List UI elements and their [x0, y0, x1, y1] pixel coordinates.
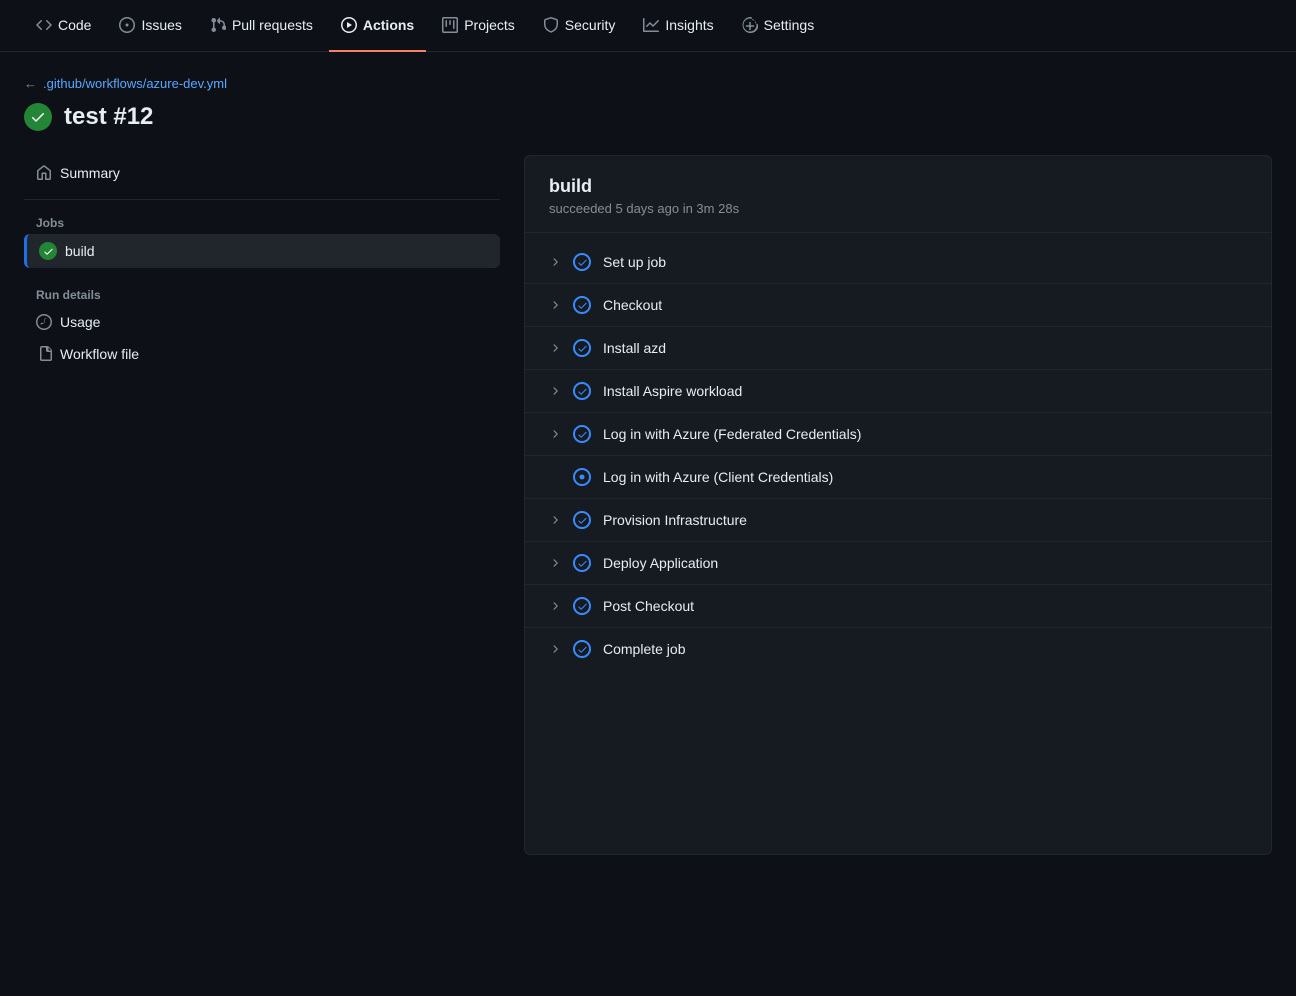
step-status-icon-post-checkout: [573, 597, 591, 615]
sidebar-workflow-file-label: Workflow file: [60, 346, 139, 362]
sidebar-summary-label: Summary: [60, 165, 120, 181]
nav-item-pull-requests[interactable]: Pull requests: [198, 0, 325, 52]
nav-settings-label: Settings: [764, 17, 815, 33]
sidebar-run-details-section: Run details: [24, 272, 500, 306]
job-success-badge: [39, 242, 57, 260]
job-panel-subtitle: succeeded 5 days ago in 3m 28s: [549, 201, 1247, 216]
security-icon: [543, 17, 559, 33]
step-chevron-log-in-federated: [549, 428, 561, 440]
page-content: ← .github/workflows/azure-dev.yml test #…: [0, 52, 1296, 855]
nav-item-issues[interactable]: Issues: [107, 0, 193, 52]
sidebar-job-build-label: build: [65, 243, 95, 259]
step-status-icon-log-in-federated: [573, 425, 591, 443]
step-item-install-azd[interactable]: Install azd: [525, 327, 1271, 370]
insights-icon: [643, 17, 659, 33]
nav-projects-label: Projects: [464, 17, 515, 33]
run-title-text: test #12: [64, 103, 153, 131]
code-icon: [36, 17, 52, 33]
nav-pull-requests-label: Pull requests: [232, 17, 313, 33]
sidebar: Summary Jobs build Run details: [24, 155, 524, 855]
step-list: Set up job Checkout Install azd Install Asp…: [525, 233, 1271, 678]
nav-item-code[interactable]: Code: [24, 0, 103, 52]
step-label-log-in-client: Log in with Azure (Client Credentials): [603, 469, 1247, 485]
nav-insights-label: Insights: [665, 17, 713, 33]
step-item-complete-job[interactable]: Complete job: [525, 628, 1271, 670]
sidebar-jobs-section: Jobs: [24, 208, 500, 234]
settings-icon: [742, 17, 758, 33]
step-chevron-complete-job: [549, 643, 561, 655]
step-item-install-aspire-workload[interactable]: Install Aspire workload: [525, 370, 1271, 413]
step-status-icon-install-aspire-workload: [573, 382, 591, 400]
job-panel-title: build: [549, 176, 1247, 197]
sidebar-divider-1: [24, 199, 500, 200]
step-label-provision-infrastructure: Provision Infrastructure: [603, 512, 1247, 528]
step-label-checkout: Checkout: [603, 297, 1247, 313]
breadcrumb: ← .github/workflows/azure-dev.yml: [24, 76, 1272, 91]
step-label-set-up-job: Set up job: [603, 254, 1247, 270]
step-status-icon-checkout: [573, 296, 591, 314]
step-status-icon-complete-job: [573, 640, 591, 658]
main-layout: Summary Jobs build Run details: [24, 155, 1272, 855]
step-chevron-install-aspire-workload: [549, 385, 561, 397]
home-icon: [36, 165, 52, 181]
file-icon: [36, 346, 52, 362]
step-status-icon-provision-infrastructure: [573, 511, 591, 529]
sidebar-job-build[interactable]: build: [24, 234, 500, 268]
breadcrumb-path[interactable]: .github/workflows/azure-dev.yml: [43, 76, 227, 91]
job-panel: build succeeded 5 days ago in 3m 28s Set…: [524, 155, 1272, 855]
step-chevron-deploy-application: [549, 557, 561, 569]
nav-issues-label: Issues: [141, 17, 181, 33]
nav-item-settings[interactable]: Settings: [730, 0, 827, 52]
step-label-install-aspire-workload: Install Aspire workload: [603, 383, 1247, 399]
step-item-provision-infrastructure[interactable]: Provision Infrastructure: [525, 499, 1271, 542]
nav-item-actions[interactable]: Actions: [329, 0, 426, 52]
step-chevron-provision-infrastructure: [549, 514, 561, 526]
step-chevron-checkout: [549, 299, 561, 311]
step-label-complete-job: Complete job: [603, 641, 1247, 657]
step-status-icon-install-azd: [573, 339, 591, 357]
step-label-deploy-application: Deploy Application: [603, 555, 1247, 571]
run-title: test #12: [24, 103, 1272, 131]
nav-item-insights[interactable]: Insights: [631, 0, 725, 52]
top-navigation: Code Issues Pull requests Actions: [0, 0, 1296, 52]
clock-icon: [36, 314, 52, 330]
pull-requests-icon: [210, 17, 226, 33]
nav-item-projects[interactable]: Projects: [430, 0, 527, 52]
nav-security-label: Security: [565, 17, 616, 33]
actions-icon: [341, 17, 357, 33]
run-success-icon: [24, 103, 52, 131]
step-chevron-set-up-job: [549, 256, 561, 268]
nav-actions-label: Actions: [363, 17, 414, 33]
step-label-log-in-federated: Log in with Azure (Federated Credentials…: [603, 426, 1247, 442]
step-chevron-post-checkout: [549, 600, 561, 612]
step-label-install-azd: Install azd: [603, 340, 1247, 356]
sidebar-workflow-file-item[interactable]: Workflow file: [24, 338, 500, 370]
nav-code-label: Code: [58, 17, 91, 33]
step-item-post-checkout[interactable]: Post Checkout: [525, 585, 1271, 628]
step-item-log-in-federated[interactable]: Log in with Azure (Federated Credentials…: [525, 413, 1271, 456]
step-item-deploy-application[interactable]: Deploy Application: [525, 542, 1271, 585]
sidebar-summary-item[interactable]: Summary: [24, 155, 500, 191]
step-chevron-install-azd: [549, 342, 561, 354]
step-status-icon-log-in-client: [573, 468, 591, 486]
step-status-icon-set-up-job: [573, 253, 591, 271]
step-item-checkout[interactable]: Checkout: [525, 284, 1271, 327]
sidebar-usage-label: Usage: [60, 314, 100, 330]
step-item-log-in-client[interactable]: Log in with Azure (Client Credentials): [525, 456, 1271, 499]
sidebar-usage-item[interactable]: Usage: [24, 306, 500, 338]
breadcrumb-arrow-left: ←: [24, 76, 37, 91]
step-label-post-checkout: Post Checkout: [603, 598, 1247, 614]
job-panel-header: build succeeded 5 days ago in 3m 28s: [525, 156, 1271, 233]
issues-icon: [119, 17, 135, 33]
step-item-set-up-job[interactable]: Set up job: [525, 241, 1271, 284]
nav-item-security[interactable]: Security: [531, 0, 628, 52]
projects-icon: [442, 17, 458, 33]
step-status-icon-deploy-application: [573, 554, 591, 572]
